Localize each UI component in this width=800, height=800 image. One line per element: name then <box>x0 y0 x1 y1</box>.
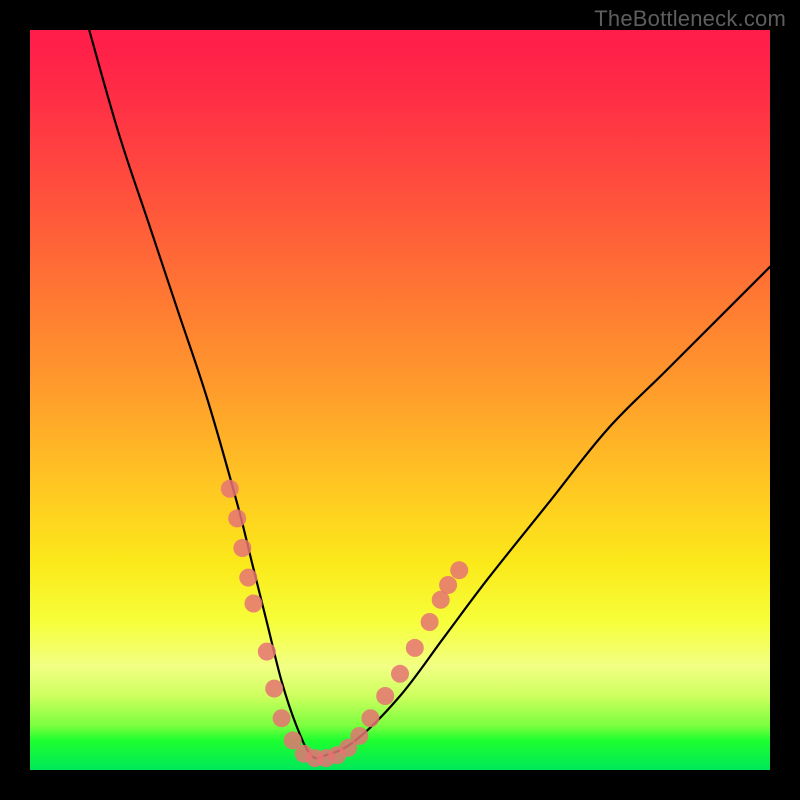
curve-marker <box>406 639 424 657</box>
curve-marker <box>376 687 394 705</box>
curve-marker <box>439 576 457 594</box>
curve-marker <box>421 613 439 631</box>
curve-marker <box>450 561 468 579</box>
curve-marker <box>350 727 368 745</box>
curve-marker <box>265 680 283 698</box>
marker-group <box>221 480 468 767</box>
curve-marker <box>233 539 251 557</box>
curve-marker <box>228 509 246 527</box>
curve-marker <box>391 665 409 683</box>
curve-marker <box>273 709 291 727</box>
bottleneck-curve-path <box>89 30 770 758</box>
chart-frame: TheBottleneck.com <box>0 0 800 800</box>
curve-marker <box>221 480 239 498</box>
curve-marker <box>361 709 379 727</box>
plot-area <box>30 30 770 770</box>
curve-svg <box>30 30 770 770</box>
watermark-text: TheBottleneck.com <box>594 6 786 32</box>
curve-marker <box>244 595 262 613</box>
curve-marker <box>239 569 257 587</box>
curve-marker <box>258 643 276 661</box>
